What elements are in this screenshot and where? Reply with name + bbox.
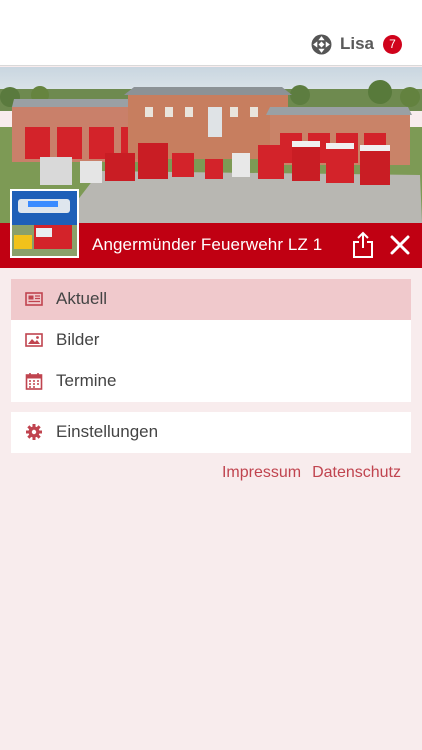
menu-item-bilder[interactable]: Bilder [11,320,411,361]
menu-item-aktuell[interactable]: Aktuell [11,279,411,320]
app-logo-icon [311,34,332,54]
datenschutz-link[interactable]: Datenschutz [312,464,401,482]
profile-thumbnail [10,189,79,258]
newspaper-icon [25,292,43,306]
close-icon[interactable] [389,234,411,256]
footer-links: Impressum Datenschutz [222,464,401,482]
user-account[interactable]: Lisa 7 [311,32,402,56]
user-name: Lisa [339,34,374,53]
top-bar: Lisa 7 [0,0,422,66]
settings-menu: Einstellungen [11,412,411,453]
notification-badge[interactable]: 7 [383,34,402,54]
menu-item-termine[interactable]: Termine [11,361,411,402]
club-title: Angermünder Feuerwehr LZ 1 [92,235,323,254]
menu-item-label: Termine [56,371,117,390]
menu-item-label: Aktuell [56,289,108,308]
impressum-link[interactable]: Impressum [222,464,301,482]
image-icon [25,333,43,347]
menu-item-label: Einstellungen [56,422,159,441]
gear-icon [26,424,42,440]
share-icon[interactable] [351,231,375,259]
menu-item-einstellungen[interactable]: Einstellungen [11,412,411,453]
main-menu: Aktuell Bilder Termine [11,279,411,402]
menu-item-label: Bilder [56,330,100,349]
calendar-icon [25,373,43,390]
